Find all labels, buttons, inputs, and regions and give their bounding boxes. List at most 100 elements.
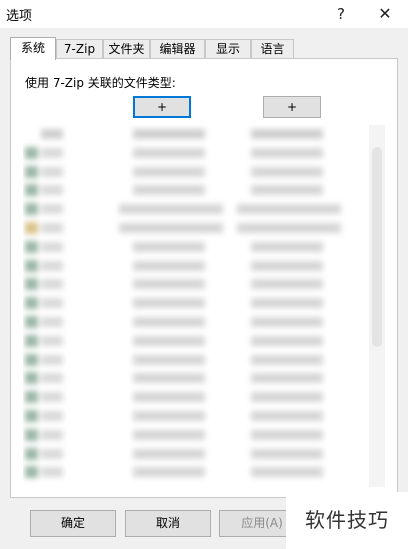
list-item[interactable] [23, 181, 385, 200]
list-cell [133, 354, 205, 365]
file-type-icon [25, 259, 38, 272]
list-cell [133, 185, 205, 196]
title-bar: 选项 ? ✕ [0, 0, 408, 28]
list-cell [251, 185, 323, 196]
list-cell [251, 448, 323, 459]
list-cell [251, 410, 323, 421]
associate-user-button[interactable]: + [133, 96, 191, 118]
list-cell [133, 298, 205, 309]
list-cell [133, 448, 205, 459]
list-item[interactable] [23, 369, 385, 388]
list-cell [41, 204, 63, 215]
file-type-icon [25, 353, 38, 366]
list-item[interactable] [23, 163, 385, 182]
list-item[interactable] [23, 238, 385, 257]
list-cell [251, 147, 323, 158]
list-cell [251, 354, 323, 365]
file-type-icon [25, 184, 38, 197]
list-cell [119, 222, 223, 233]
list-scrollbar[interactable] [369, 125, 385, 487]
list-item[interactable] [23, 257, 385, 276]
list-cell [251, 316, 323, 327]
cancel-button[interactable]: 取消 [125, 510, 211, 537]
list-cell [41, 147, 63, 158]
list-cell [41, 166, 63, 177]
scrollbar-thumb[interactable] [372, 147, 382, 347]
list-cell [133, 373, 205, 384]
system-tab-panel: 使用 7-Zip 关联的文件类型: + + [10, 58, 398, 498]
list-item[interactable] [23, 445, 385, 464]
list-item[interactable] [23, 200, 385, 219]
list-item[interactable] [23, 388, 385, 407]
window-title: 选项 [6, 9, 33, 24]
file-type-icon [25, 203, 38, 216]
tab-7zip[interactable]: 7-Zip [56, 39, 103, 59]
associate-all-users-button[interactable]: + [263, 96, 321, 118]
file-type-icon [25, 391, 38, 404]
list-cell [41, 335, 63, 346]
list-cell [237, 222, 341, 233]
file-type-icon [25, 146, 38, 159]
list-item[interactable] [23, 219, 385, 238]
watermark: 软件技巧 [286, 492, 408, 549]
list-cell [41, 185, 63, 196]
list-cell [133, 316, 205, 327]
list-item[interactable] [23, 294, 385, 313]
list-cell [41, 316, 63, 327]
list-cell [41, 429, 63, 440]
list-cell [41, 279, 63, 290]
list-item[interactable] [23, 144, 385, 163]
file-type-icon [25, 428, 38, 441]
file-type-icon [25, 315, 38, 328]
list-cell [251, 467, 323, 478]
file-type-icon [25, 240, 38, 253]
list-cell [133, 241, 205, 252]
list-cell [41, 260, 63, 271]
list-cell [251, 279, 323, 290]
tab-language[interactable]: 语言 [251, 39, 294, 59]
list-cell [41, 373, 63, 384]
close-button[interactable]: ✕ [366, 0, 404, 28]
list-cell [133, 166, 205, 177]
ok-button[interactable]: 确定 [30, 510, 116, 537]
list-cell [41, 222, 63, 233]
list-cell [251, 373, 323, 384]
file-type-icon [25, 278, 38, 291]
list-cell [251, 335, 323, 346]
list-item[interactable] [23, 275, 385, 294]
tab-system[interactable]: 系统 [10, 37, 56, 60]
list-cell [133, 335, 205, 346]
file-type-icon [25, 221, 38, 234]
list-cell [133, 467, 205, 478]
file-type-icon [25, 409, 38, 422]
associate-label: 使用 7-Zip 关联的文件类型: [25, 76, 176, 90]
list-cell [41, 241, 63, 252]
list-item[interactable] [23, 407, 385, 426]
list-cell [133, 392, 205, 403]
list-cell [133, 260, 205, 271]
file-type-icon [25, 466, 38, 479]
list-cell [41, 392, 63, 403]
list-cell [251, 392, 323, 403]
list-cell [41, 354, 63, 365]
list-item[interactable] [23, 351, 385, 370]
list-item[interactable] [23, 426, 385, 445]
list-cell [237, 204, 341, 215]
help-button[interactable]: ? [322, 0, 360, 28]
list-header-cell [133, 129, 205, 139]
list-header [23, 125, 385, 144]
list-item[interactable] [23, 332, 385, 351]
tab-display[interactable]: 显示 [205, 39, 251, 59]
file-type-list[interactable] [23, 125, 385, 487]
list-cell [41, 467, 63, 478]
tab-editor[interactable]: 编辑器 [150, 39, 205, 59]
list-item[interactable] [23, 313, 385, 332]
tab-folders[interactable]: 文件夹 [103, 39, 150, 59]
list-cell [119, 204, 223, 215]
list-cell [251, 241, 323, 252]
list-cell [133, 147, 205, 158]
file-type-icon [25, 372, 38, 385]
list-item[interactable] [23, 463, 385, 482]
file-type-list-rows [23, 125, 385, 482]
list-cell [41, 448, 63, 459]
